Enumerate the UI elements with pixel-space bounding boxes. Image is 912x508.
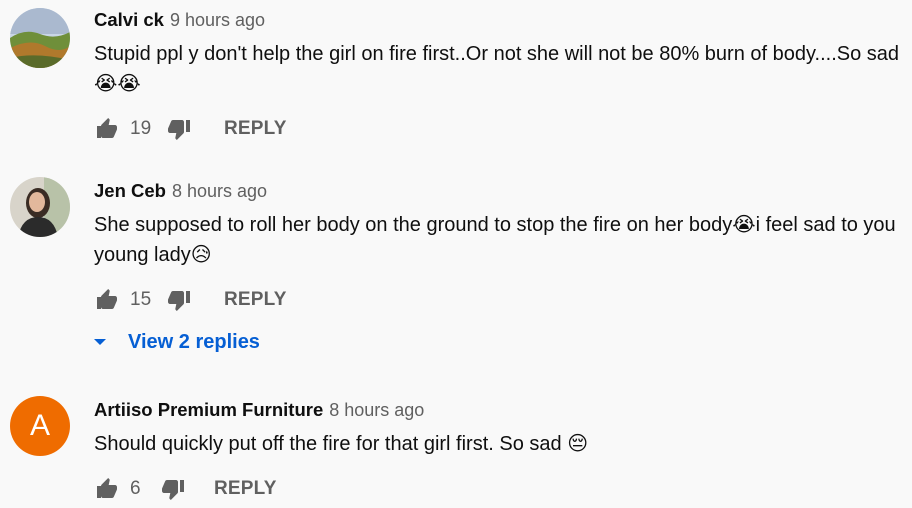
thumbs-down-icon[interactable] bbox=[160, 476, 186, 502]
comment-actions: 6 REPLY bbox=[94, 475, 277, 503]
comment-time[interactable]: 9 hours ago bbox=[170, 10, 265, 30]
avatar[interactable] bbox=[10, 177, 70, 237]
comment-time[interactable]: 8 hours ago bbox=[329, 400, 424, 420]
comment-text: She supposed to roll her body on the gro… bbox=[94, 214, 902, 266]
chevron-down-icon bbox=[92, 334, 108, 350]
thumbs-up-icon[interactable] bbox=[94, 116, 120, 142]
comments-section: Calvi ck 9 hours ago Stupid ppl y don't h… bbox=[0, 0, 912, 508]
reply-button[interactable]: REPLY bbox=[214, 478, 277, 500]
like-count: 15 bbox=[130, 289, 152, 310]
view-replies-label: View 2 replies bbox=[128, 330, 260, 353]
comment-author[interactable]: Jen Ceb bbox=[94, 180, 166, 201]
comment-actions: 19 REPLY bbox=[94, 115, 287, 143]
view-replies-button[interactable]: View 2 replies bbox=[92, 328, 260, 356]
comment-header: Jen Ceb 8 hours ago bbox=[94, 180, 267, 202]
reply-button[interactable]: REPLY bbox=[224, 118, 287, 140]
like-count: 6 bbox=[130, 478, 141, 499]
comment-author[interactable]: Artiiso Premium Furniture bbox=[94, 399, 323, 420]
comment-time[interactable]: 8 hours ago bbox=[172, 181, 267, 201]
thumbs-up-icon[interactable] bbox=[94, 287, 120, 313]
reply-button[interactable]: REPLY bbox=[224, 289, 287, 311]
comment-header: Artiiso Premium Furniture 8 hours ago bbox=[94, 399, 424, 421]
avatar[interactable] bbox=[10, 8, 70, 68]
thumbs-down-icon[interactable] bbox=[166, 116, 192, 142]
comment-author[interactable]: Calvi ck bbox=[94, 9, 164, 30]
comment-text: Should quickly put off the fire for that… bbox=[94, 433, 589, 455]
avatar[interactable]: A bbox=[10, 396, 70, 456]
like-count: 19 bbox=[130, 118, 152, 139]
comment-actions: 15 REPLY bbox=[94, 286, 287, 314]
comment-header: Calvi ck 9 hours ago bbox=[94, 9, 265, 31]
person-photo-avatar-icon bbox=[10, 177, 70, 237]
thumbs-up-icon[interactable] bbox=[94, 476, 120, 502]
comment-text: Stupid ppl y don't help the girl on fire… bbox=[94, 43, 905, 95]
landscape-photo-avatar-icon bbox=[10, 8, 70, 68]
avatar-letter: A bbox=[29, 409, 50, 442]
thumbs-down-icon[interactable] bbox=[166, 287, 192, 313]
